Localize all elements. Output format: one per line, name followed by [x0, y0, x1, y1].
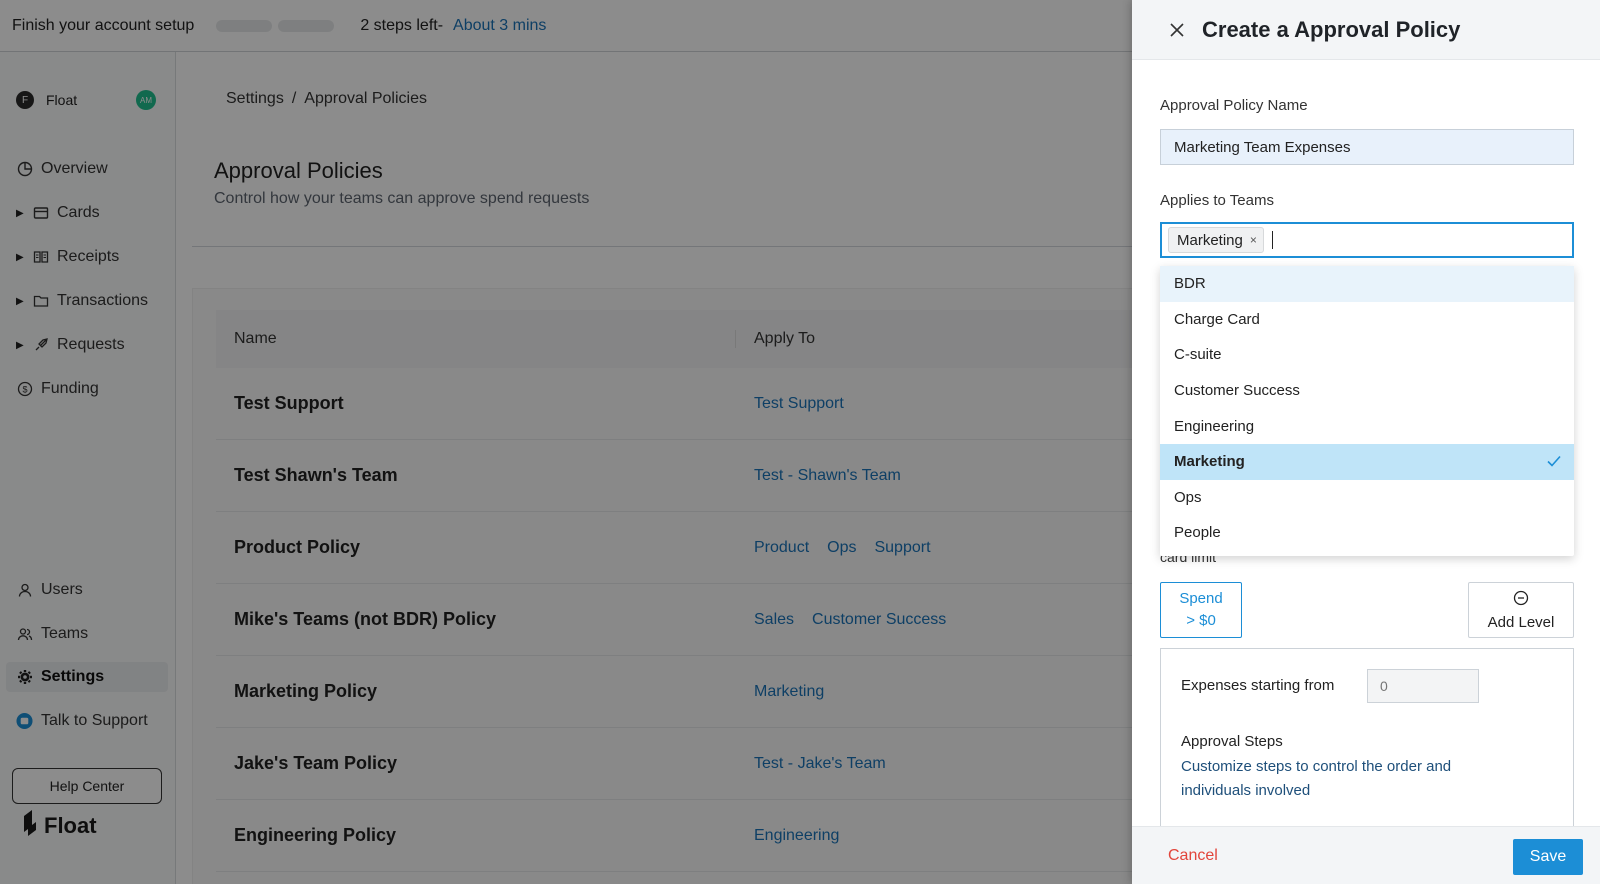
team-chip: Marketing × [1168, 227, 1264, 253]
approval-steps-title: Approval Steps [1181, 733, 1283, 750]
team-option-label: Ops [1174, 488, 1202, 506]
team-option[interactable]: Ops [1160, 480, 1574, 516]
spend-level-button[interactable]: Spend > $0 [1160, 582, 1242, 638]
team-option-label: Engineering [1174, 417, 1255, 435]
team-option[interactable]: C-suite [1160, 337, 1574, 373]
team-option[interactable]: Customer Success [1160, 373, 1574, 409]
team-option[interactable]: Engineering [1160, 408, 1574, 444]
expenses-amount-input[interactable] [1367, 669, 1479, 703]
create-policy-drawer: Create a Approval Policy Approval Policy… [1132, 0, 1600, 884]
check-icon [1546, 453, 1562, 473]
teams-label: Applies to Teams [1160, 192, 1274, 209]
team-option-label: C-suite [1174, 346, 1222, 364]
level-config-box: Expenses starting from Approval Steps Cu… [1160, 648, 1574, 828]
team-option[interactable]: Marketing [1160, 443, 1574, 480]
team-option-label: Charge Card [1174, 310, 1260, 328]
modal-overlay[interactable] [0, 0, 1132, 884]
drawer-footer: Cancel Save [1132, 826, 1600, 884]
chip-label: Marketing [1177, 231, 1243, 249]
expenses-label: Expenses starting from [1181, 677, 1335, 694]
team-option-label: Marketing [1174, 453, 1245, 471]
text-cursor [1271, 231, 1273, 249]
policy-name-input[interactable] [1160, 129, 1574, 165]
team-option[interactable]: People [1160, 515, 1574, 551]
remove-chip-icon[interactable]: × [1250, 233, 1257, 247]
add-level-label: Add Level [1487, 613, 1555, 631]
teams-dropdown: BDR Charge Card C-suite Customer Success Eng… [1160, 266, 1574, 556]
drawer-header: Create a Approval Policy [1132, 0, 1600, 60]
drawer-title: Create a Approval Policy [1202, 16, 1461, 42]
plus-circle-icon [1513, 590, 1529, 610]
cancel-button[interactable]: Cancel [1168, 847, 1218, 865]
team-option-label: Customer Success [1174, 382, 1300, 400]
team-option[interactable]: BDR [1160, 266, 1574, 302]
spend-line-2: > $0 [1186, 612, 1216, 629]
spend-line-1: Spend [1179, 590, 1223, 607]
save-button[interactable]: Save [1513, 839, 1583, 875]
team-option-label: People [1174, 524, 1221, 542]
team-option-label: BDR [1174, 275, 1206, 293]
policy-name-label: Approval Policy Name [1160, 97, 1308, 114]
add-level-button[interactable]: Add Level [1468, 582, 1574, 638]
team-option[interactable]: Charge Card [1160, 302, 1574, 338]
approval-steps-description: Customize steps to control the order and… [1181, 758, 1452, 799]
teams-select[interactable]: Marketing × [1160, 222, 1574, 258]
close-icon[interactable] [1166, 19, 1188, 41]
